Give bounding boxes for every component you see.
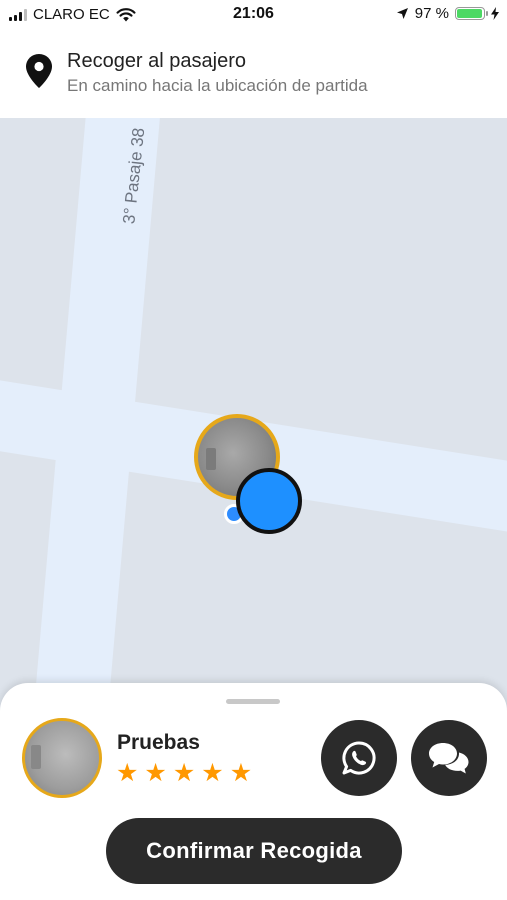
battery-fill — [457, 9, 483, 18]
chat-bubbles-icon — [429, 743, 469, 774]
charging-bolt-icon — [491, 7, 499, 20]
map-pin-icon — [26, 54, 52, 88]
battery-icon — [455, 7, 488, 20]
map-view[interactable]: 3° Pasaje 38 — [0, 118, 507, 738]
star-icon: ★ — [229, 759, 253, 787]
star-icon: ★ — [144, 759, 167, 787]
passenger-name: Pruebas — [117, 731, 200, 754]
passenger-rating: ★ ★ ★ ★ ★ — [116, 761, 252, 786]
star-icon: ★ — [116, 759, 139, 787]
chat-button[interactable] — [411, 720, 487, 796]
status-bar: CLARO EC 21:06 97 % — [0, 0, 507, 30]
star-icon: ★ — [201, 759, 224, 787]
bottom-sheet: Pruebas ★ ★ ★ ★ ★ Confirmar Recogida — [0, 683, 507, 900]
star-icon: ★ — [172, 759, 196, 787]
location-arrow-icon — [396, 8, 408, 19]
status-bar-right: 97 % — [396, 5, 499, 22]
battery-percent: 97 % — [414, 5, 449, 22]
confirm-pickup-button[interactable]: Confirmar Recogida — [106, 818, 402, 884]
banner-title: Recoger al pasajero — [67, 50, 246, 72]
whatsapp-icon — [342, 741, 376, 775]
whatsapp-button[interactable] — [321, 720, 397, 796]
passenger-avatar — [22, 718, 102, 798]
banner-subtitle: En camino hacia la ubicación de partida — [67, 76, 368, 95]
sheet-drag-handle[interactable] — [226, 699, 280, 704]
pickup-banner: Recoger al pasajero En camino hacia la u… — [0, 30, 507, 119]
driver-location-marker[interactable] — [236, 468, 302, 534]
